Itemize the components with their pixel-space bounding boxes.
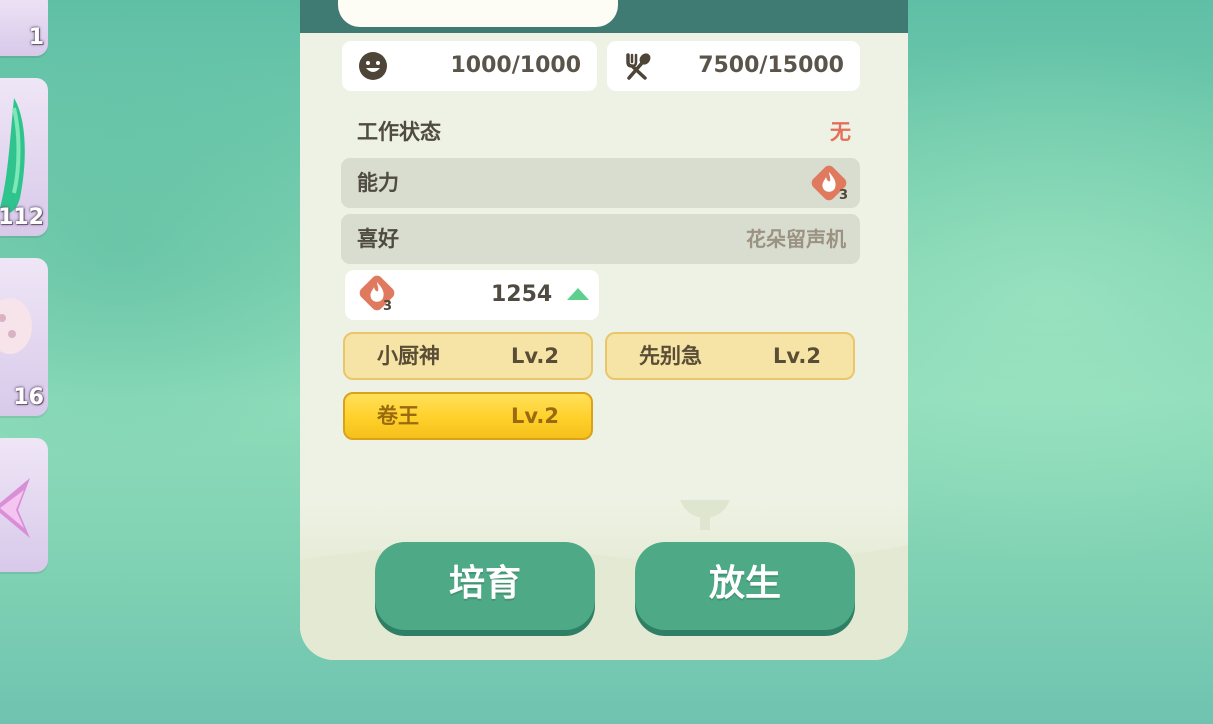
mood-stat: 1000/1000	[342, 41, 597, 91]
card-count: 1	[28, 25, 44, 50]
tab-bar: 状态 技能	[300, 0, 908, 33]
trait-badge[interactable]: 小厨神 Lv.2	[343, 332, 593, 380]
trait-badge-highlighted[interactable]: 卷王 Lv.2	[343, 392, 593, 440]
preference-row[interactable]: 喜好 花朵留声机	[341, 214, 860, 264]
trait-name: 先别急	[639, 344, 702, 368]
increase-arrow-icon	[567, 288, 589, 300]
work-status-label: 工作状态	[357, 120, 441, 144]
work-status-value: 无	[830, 120, 851, 144]
tab-status[interactable]: 状态	[338, 0, 618, 27]
work-score-value: 1254	[491, 282, 553, 307]
side-list-card-2[interactable]: 112	[0, 78, 48, 236]
preference-value: 花朵留声机	[746, 227, 846, 251]
trait-level: Lv.2	[511, 344, 559, 368]
fire-work-badge-icon: 3	[359, 275, 395, 313]
svg-text:3: 3	[839, 188, 848, 203]
food-stat: 7500/15000	[607, 41, 860, 91]
side-list-card-1[interactable]: 1	[0, 0, 48, 56]
fire-work-badge-icon: 3	[811, 165, 848, 203]
trait-name: 卷王	[377, 404, 419, 428]
cultivate-button[interactable]: 培育	[375, 542, 595, 630]
card-count: 16	[13, 385, 44, 410]
preference-label: 喜好	[357, 227, 399, 251]
side-list-card-3[interactable]: 16	[0, 258, 48, 416]
trait-name: 小厨神	[377, 344, 440, 368]
ability-label: 能力	[357, 171, 399, 195]
food-value: 7500/15000	[698, 53, 844, 78]
tab-skills[interactable]: 技能	[650, 0, 890, 27]
fork-spoon-icon	[626, 53, 651, 80]
creature-art-icon	[0, 98, 25, 214]
work-suitability: 3 1254	[345, 270, 599, 320]
svg-text:3: 3	[383, 299, 392, 313]
mood-value: 1000/1000	[450, 53, 582, 78]
smile-face-icon	[359, 52, 387, 80]
side-list-card-4[interactable]	[0, 438, 48, 572]
creature-art-icon	[0, 478, 30, 538]
release-button[interactable]: 放生	[635, 542, 855, 630]
pal-detail-panel: 状态 技能 1000/1000 7500/15000 工作状态 无 能力	[300, 0, 908, 660]
ability-row[interactable]: 能力 3	[341, 158, 860, 208]
trait-level: Lv.2	[773, 344, 821, 368]
creature-art-icon	[0, 298, 32, 354]
trait-badge[interactable]: 先别急 Lv.2	[605, 332, 855, 380]
card-count: 112	[0, 205, 44, 230]
trait-level: Lv.2	[511, 404, 559, 428]
